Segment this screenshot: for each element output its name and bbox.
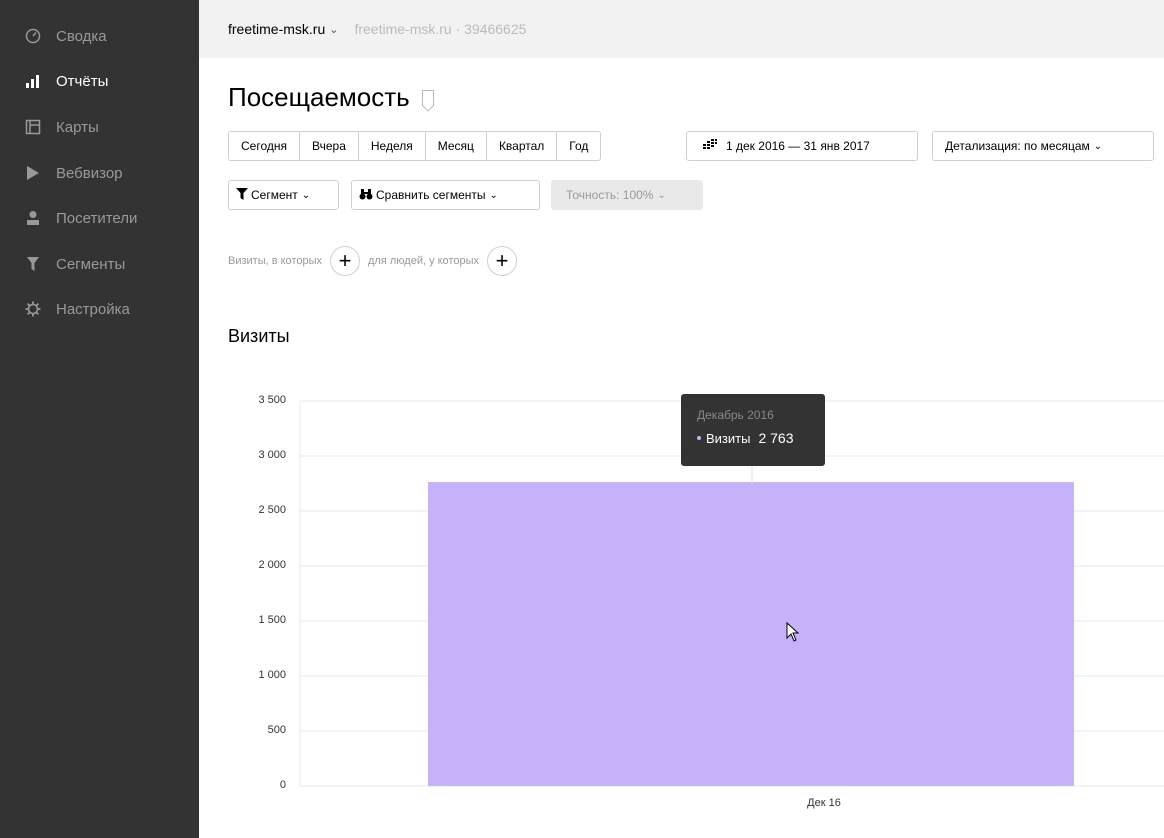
site-counter: freetime-msk.ru · 39466625 xyxy=(354,21,527,37)
sidebar: Сводка Отчёты Карты Вебвизор Посетители … xyxy=(0,0,199,838)
bookmark-icon[interactable] xyxy=(421,89,434,106)
filter-row: Визиты, в которых + для людей, у которых… xyxy=(228,246,525,276)
sidebar-item-label: Отчёты xyxy=(56,72,109,90)
chevron-down-icon: ⌄ xyxy=(657,189,666,201)
series-dot xyxy=(697,436,701,440)
sidebar-item-label: Карты xyxy=(56,118,99,136)
sidebar-item-reports[interactable]: Отчёты xyxy=(0,63,199,99)
map-icon xyxy=(24,118,42,136)
segment-button[interactable]: Сегмент ⌄ xyxy=(228,180,339,210)
binoculars-icon xyxy=(359,188,373,203)
y-tick-label: 1 500 xyxy=(258,614,286,626)
filter-icon xyxy=(24,255,42,273)
period-week-button[interactable]: Неделя xyxy=(357,131,426,161)
sidebar-item-segments[interactable]: Сегменты xyxy=(0,246,199,282)
sidebar-item-label: Сводка xyxy=(56,27,107,45)
mouse-pointer-icon xyxy=(786,621,800,647)
site-name: freetime-msk.ru xyxy=(228,21,326,37)
sidebar-item-label: Настройка xyxy=(56,300,130,318)
visits-filter-label: Визиты, в которых xyxy=(228,255,322,267)
x-tick-label: Дек 16 xyxy=(807,797,841,809)
date-range-button[interactable]: 1 дек 2016 — 31 янв 2017 xyxy=(686,131,918,161)
accuracy-label: Точность: 100% xyxy=(566,188,654,202)
detail-select[interactable]: Детализация: по месяцам ⌄ xyxy=(932,131,1154,161)
bar-visits[interactable] xyxy=(428,482,1074,786)
sidebar-item-summary[interactable]: Сводка xyxy=(0,18,199,54)
y-tick-label: 2 000 xyxy=(258,559,286,571)
calendar-icon xyxy=(703,139,717,153)
period-year-button[interactable]: Год xyxy=(556,131,602,161)
date-range-label: 1 дек 2016 — 31 янв 2017 xyxy=(726,139,870,153)
site-selector[interactable]: freetime-msk.ru ⌄ xyxy=(228,21,338,37)
period-selector: Сегодня Вчера Неделя Месяц Квартал Год xyxy=(228,131,602,161)
chart-tooltip: Декабрь 2016 Визиты 2 763 xyxy=(681,394,825,466)
sidebar-item-visitors[interactable]: Посетители xyxy=(0,200,199,236)
tooltip-series: Визиты xyxy=(706,430,751,446)
site-bar: freetime-msk.ru ⌄ freetime-msk.ru · 3946… xyxy=(199,0,1164,58)
dashboard-icon xyxy=(24,27,42,45)
sidebar-item-label: Сегменты xyxy=(56,255,126,273)
compare-segments-button[interactable]: Сравнить сегменты ⌄ xyxy=(351,180,540,210)
y-tick-label: 2 500 xyxy=(258,504,286,516)
y-tick-label: 3 500 xyxy=(258,394,286,406)
y-tick-label: 1 000 xyxy=(258,669,286,681)
period-yesterday-button[interactable]: Вчера xyxy=(299,131,359,161)
period-month-button[interactable]: Месяц xyxy=(424,131,487,161)
gear-icon xyxy=(24,300,42,318)
detail-label: Детализация: по месяцам xyxy=(945,139,1090,153)
segment-filter-icon xyxy=(236,187,248,203)
chevron-down-icon: ⌄ xyxy=(301,189,311,201)
period-today-button[interactable]: Сегодня xyxy=(228,131,300,161)
y-tick-label: 3 000 xyxy=(258,449,286,461)
chevron-down-icon: ⌄ xyxy=(1093,140,1103,152)
add-visit-condition-button[interactable]: + xyxy=(330,246,360,276)
add-people-condition-button[interactable]: + xyxy=(487,246,517,276)
sidebar-item-label: Вебвизор xyxy=(56,164,123,182)
compare-segments-label: Сравнить сегменты xyxy=(376,188,486,202)
chart-section-title: Визиты xyxy=(228,326,290,346)
sidebar-item-webvisor[interactable]: Вебвизор xyxy=(0,155,199,191)
y-tick-label: 500 xyxy=(267,724,286,736)
play-icon xyxy=(24,164,42,182)
segment-label: Сегмент xyxy=(251,188,298,202)
accuracy-select[interactable]: Точность: 100% ⌄ xyxy=(551,180,703,210)
sidebar-item-label: Посетители xyxy=(56,209,138,227)
sidebar-item-maps[interactable]: Карты xyxy=(0,109,199,145)
y-tick-label: 0 xyxy=(279,779,286,791)
chevron-down-icon: ⌄ xyxy=(329,23,339,36)
tooltip-title: Декабрь 2016 xyxy=(697,408,774,422)
page-title-row: Посещаемость xyxy=(228,82,434,113)
tooltip-row: Визиты 2 763 xyxy=(697,430,825,446)
sidebar-item-settings[interactable]: Настройка xyxy=(0,291,199,327)
period-quarter-button[interactable]: Квартал xyxy=(485,131,558,161)
page-title: Посещаемость xyxy=(228,82,410,112)
chevron-down-icon: ⌄ xyxy=(489,189,498,201)
user-icon xyxy=(24,209,42,227)
bar-chart-icon xyxy=(24,72,42,90)
tooltip-value: 2 763 xyxy=(758,430,794,446)
people-filter-label: для людей, у которых xyxy=(368,255,479,267)
